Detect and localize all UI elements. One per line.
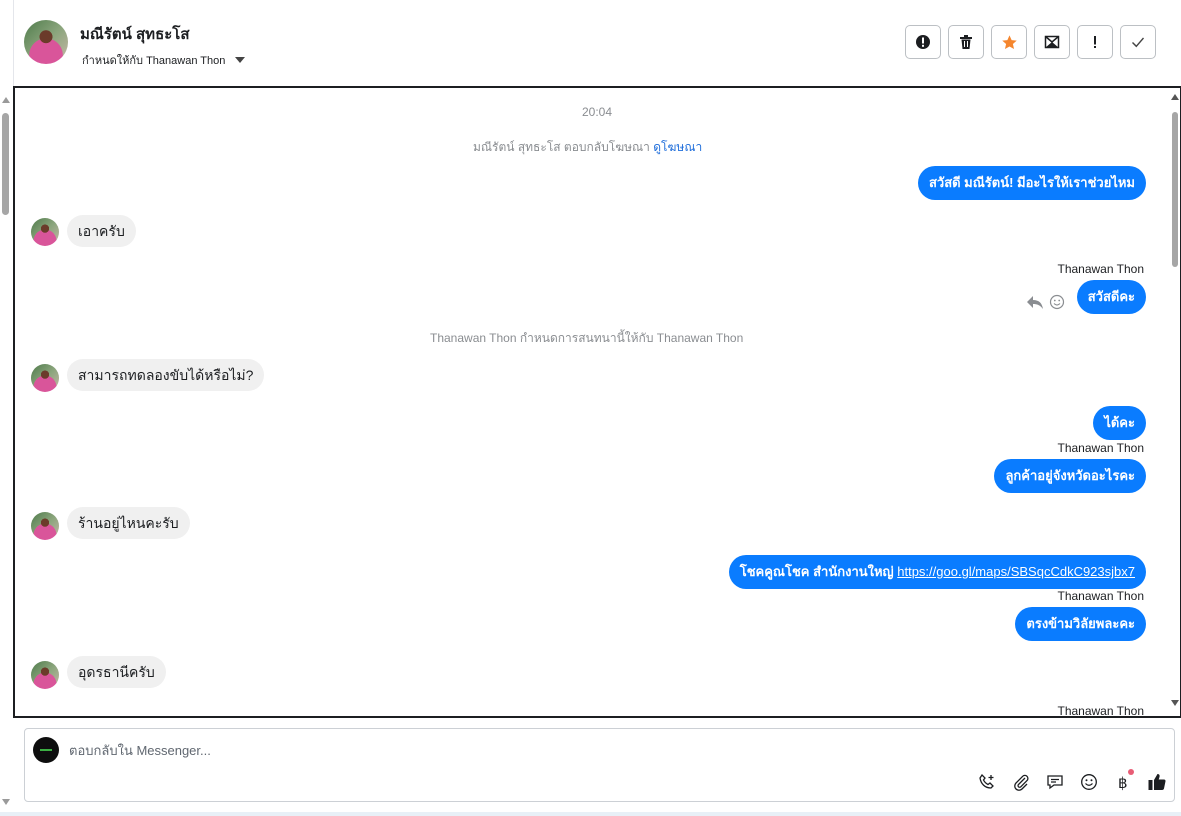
assignment-notice: Thanawan Thon กำหนดการสนทนานี้ให้กับ Tha… — [430, 331, 744, 345]
exclamation-icon — [1094, 36, 1096, 48]
incoming-message[interactable]: สามารถทดลองขับได้หรือไม่? — [67, 359, 265, 391]
incoming-message[interactable]: ร้านอยู่ไหนคะรับ — [67, 507, 190, 539]
header-actions — [905, 25, 1156, 59]
exclamation-circle-icon — [916, 35, 930, 49]
attach-button[interactable] — [1010, 771, 1032, 793]
incoming-message[interactable]: อุดรธานีครับ — [67, 656, 166, 688]
phone-plus-icon — [979, 773, 994, 789]
contact-name[interactable]: มณีรัตน์ สุทธะโส — [80, 22, 190, 46]
assignee-dropdown[interactable]: กำหนดให้กับ Thanawan Thon — [82, 51, 246, 69]
sender-name: Thanawan Thon — [1057, 704, 1144, 718]
call-button[interactable] — [976, 771, 998, 793]
conversation-header: มณีรัตน์ สุทธะโส กำหนดให้กับ Thanawan Th… — [14, 0, 1181, 86]
check-icon — [1132, 37, 1145, 48]
trash-icon — [960, 35, 972, 49]
incoming-message[interactable]: เอาครับ — [67, 215, 136, 247]
saved-replies-button[interactable] — [1044, 771, 1066, 793]
contact-avatar-small[interactable] — [31, 512, 59, 540]
contact-avatar-small[interactable] — [31, 218, 59, 246]
message-text: โชคคูณโชค สำนักงานใหญ่ — [739, 564, 898, 579]
scroll-up-arrow-icon[interactable] — [2, 97, 10, 103]
contact-avatar-small[interactable] — [31, 661, 59, 689]
outgoing-message[interactable]: สวัสดี มณีรัตน์! มีอะไรให้เราช่วยไหม — [917, 166, 1146, 200]
bottom-strip — [0, 812, 1181, 816]
page-avatar — [33, 737, 59, 763]
sender-name: Thanawan Thon — [1057, 441, 1144, 455]
scroll-down-arrow-icon[interactable] — [2, 799, 10, 805]
thumbs-up-icon — [1148, 774, 1166, 790]
sender-name: Thanawan Thon — [1057, 589, 1144, 603]
mark-done-button[interactable] — [1120, 25, 1156, 59]
thread-scrollbar-thumb[interactable] — [1172, 112, 1178, 267]
thread-scroll-down-icon[interactable] — [1171, 700, 1179, 706]
assignee-label: กำหนดให้กับ Thanawan Thon — [82, 55, 226, 67]
notification-dot — [1128, 769, 1134, 775]
paperclip-icon — [1014, 774, 1029, 791]
ad-reply-notice: มณีรัตน์ สุทธะโส ตอบกลับโฆษณา ดูโฆษณา — [473, 138, 702, 157]
outgoing-message[interactable]: ตรงข้ามวิลัยพละคะ — [1015, 607, 1146, 641]
star-icon — [1001, 34, 1017, 49]
message-thread[interactable]: 20:04 มณีรัตน์ สุทธะโส ตอบกลับโฆษณา ดูโฆ… — [13, 86, 1181, 718]
thread-scroll-up-icon[interactable] — [1171, 94, 1179, 100]
outgoing-message[interactable]: สวัสดีคะ — [1076, 280, 1146, 314]
caret-down-icon — [235, 57, 246, 63]
outgoing-message[interactable]: ได้คะ — [1093, 406, 1146, 440]
reply-input[interactable] — [69, 743, 969, 758]
emoji-icon — [1081, 774, 1097, 790]
sender-name: Thanawan Thon — [1057, 262, 1144, 276]
contact-avatar[interactable] — [24, 20, 68, 64]
message-timestamp: 20:04 — [582, 105, 613, 119]
composer-tools: ฿ — [976, 769, 1168, 793]
maps-link[interactable]: https://goo.gl/maps/SBSqcCdkC923sjbx7 — [897, 564, 1135, 579]
mark-spam-button[interactable] — [905, 25, 941, 59]
outgoing-message-with-link[interactable]: โชคคูณโชค สำนักงานใหญ่ https://goo.gl/ma… — [728, 555, 1146, 589]
contact-avatar-small[interactable] — [31, 364, 59, 392]
envelope-icon — [1044, 35, 1060, 49]
svg-text:฿: ฿ — [1118, 774, 1128, 791]
outgoing-message[interactable]: ลูกค้าอยู่จังหวัดอะไรคะ — [994, 459, 1146, 493]
baht-icon: ฿ — [1118, 774, 1128, 791]
view-ad-link[interactable]: ดูโฆษณา — [653, 140, 702, 154]
emoji-button[interactable] — [1078, 771, 1100, 793]
delete-button[interactable] — [948, 25, 984, 59]
ad-reply-text: มณีรัตน์ สุทธะโส ตอบกลับโฆษณา — [473, 140, 650, 154]
priority-button[interactable] — [1077, 25, 1113, 59]
like-button[interactable] — [1146, 771, 1168, 793]
react-emoji-icon[interactable] — [1049, 294, 1065, 310]
reply-composer: ฿ — [24, 728, 1175, 802]
star-button[interactable] — [991, 25, 1027, 59]
saved-reply-icon — [1047, 775, 1063, 790]
payment-button[interactable]: ฿ — [1112, 769, 1134, 793]
reply-icon[interactable] — [1026, 294, 1044, 310]
thread-scrollbar[interactable] — [1171, 94, 1180, 706]
mark-unread-button[interactable] — [1034, 25, 1070, 59]
page-scrollbar[interactable] — [0, 95, 12, 805]
scrollbar-thumb[interactable] — [2, 113, 9, 215]
